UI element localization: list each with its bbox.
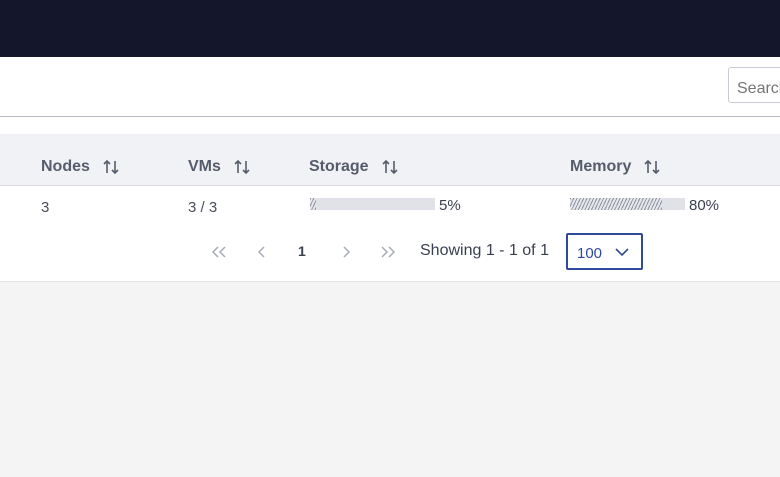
table-row[interactable]: 3 3 / 3 5% 80% [0, 187, 780, 223]
sort-icon[interactable] [102, 158, 120, 176]
column-label: VMs [188, 158, 221, 175]
memory-usage-label: 80% [689, 197, 720, 214]
toolbar [0, 57, 780, 117]
column-header-vms[interactable]: VMs [188, 158, 251, 176]
pagination-summary: Showing 1 - 1 of 1 [420, 242, 549, 259]
sort-icon[interactable] [643, 158, 661, 176]
sort-icon[interactable] [381, 158, 399, 176]
double-chevron-right-icon [381, 246, 396, 258]
chevron-left-icon [257, 246, 265, 258]
page-size-select[interactable]: 100 [566, 233, 643, 270]
storage-usage-label: 5% [439, 197, 461, 214]
first-page-button[interactable] [209, 242, 229, 262]
memory-usage-fill [570, 198, 662, 210]
next-page-button[interactable] [336, 242, 356, 262]
nodes-cell: 3 [41, 199, 50, 216]
prev-page-button[interactable] [252, 242, 272, 262]
double-chevron-left-icon [211, 246, 226, 258]
last-page-button[interactable] [378, 242, 398, 262]
chevron-down-icon [615, 248, 629, 257]
column-label: Memory [570, 158, 632, 175]
top-navbar [0, 0, 780, 57]
pagination: 1 Showing 1 - 1 of 1 100 [0, 232, 780, 272]
page-size-value: 100 [577, 245, 603, 262]
memory-usage-bar [570, 198, 685, 210]
column-header-memory[interactable]: Memory [570, 158, 661, 176]
column-header-nodes[interactable]: Nodes [41, 158, 120, 176]
column-label: Nodes [41, 158, 90, 175]
sort-icon[interactable] [233, 158, 251, 176]
storage-usage-bar [310, 198, 435, 210]
storage-usage-fill [310, 198, 317, 210]
table-header: Nodes VMs Storage Memory [0, 134, 780, 186]
vms-cell: 3 / 3 [188, 199, 218, 216]
column-header-storage[interactable]: Storage [309, 158, 399, 176]
current-page[interactable]: 1 [298, 243, 306, 259]
spacer [0, 118, 780, 134]
chevron-right-icon [343, 246, 351, 258]
search-input[interactable] [728, 67, 780, 103]
resource-panel: Nodes VMs Storage Memory 3 3 / 3 [0, 57, 780, 282]
column-label: Storage [309, 158, 369, 175]
